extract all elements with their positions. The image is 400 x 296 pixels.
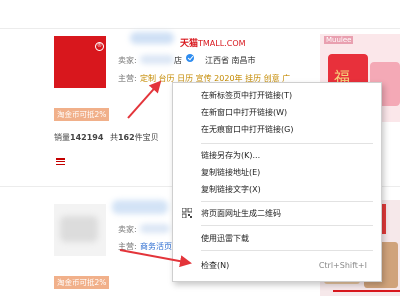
arrow-to-inspect <box>119 249 192 268</box>
arrow-to-link <box>127 80 162 119</box>
annotation-arrows <box>119 80 192 268</box>
